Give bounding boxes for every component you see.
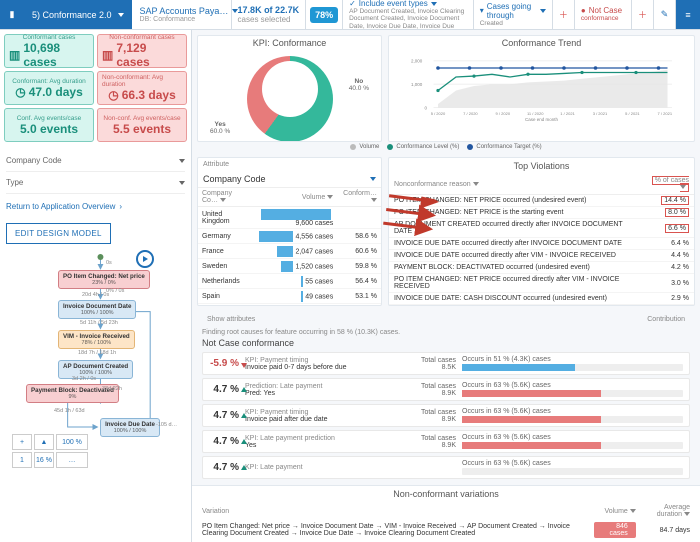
attribute-dropdown[interactable]: Company Code <box>198 171 381 188</box>
main-content: KPI: Conformance Yes60.0 % No40.0 % Conf… <box>192 30 700 542</box>
kpi-card[interactable]: Non-conf. Avg events/case 5.5 events <box>97 108 187 142</box>
conformance-trend-panel: Conformance Trend 2,0001,0000 5 / 20207 … <box>388 35 695 142</box>
svg-text:1,000: 1,000 <box>411 82 423 87</box>
kpi-card[interactable]: Non-conformant cases ▥7,129 cases <box>97 34 187 68</box>
kpi-card[interactable]: Non-conformant: Avg duration ◷66.3 days <box>97 71 187 105</box>
process-flow[interactable]: PO Item Changed: Net price23% / 0% Invoi… <box>6 254 185 468</box>
trend-legend: Volume Conformance Level (%) Conformance… <box>192 142 700 152</box>
filter-company-code[interactable]: Company Code <box>6 150 185 172</box>
table-row[interactable]: INVOICE DUE DATE occurred directly after… <box>389 250 694 262</box>
cases-selected: 17.8K of 22.7Kcases selected <box>232 0 307 29</box>
svg-text:0: 0 <box>425 105 428 110</box>
top-bar: ▮ 5) Conformance 2.0 SAP Accounts Paya… … <box>0 0 700 30</box>
root-cause-row[interactable]: 4.7 % KPI: Payment timingInvoice paid af… <box>202 404 690 427</box>
flow-node: Invoice Due Date100% / 100% <box>100 418 160 437</box>
edit-design-model-button[interactable]: EDIT DESIGN MODEL <box>6 223 111 244</box>
nav-chart-icon[interactable]: ▮ <box>0 0 24 29</box>
flow-node: Invoice Document Date100% / 100% <box>58 300 136 319</box>
table-row[interactable]: INVOICE DUE DATE: CASH DISCOUNT occurred… <box>389 293 694 305</box>
add-button[interactable]: ＋ <box>632 0 654 29</box>
root-cause-row[interactable]: 4.7 % Prediction: Late paymentPred: Yes … <box>202 378 690 401</box>
kpi-card[interactable]: Conf. Avg events/case 5.0 events <box>4 108 94 142</box>
not-case-filter[interactable]: ● Not Case conformance <box>575 0 632 29</box>
dataset-dropdown[interactable]: SAP Accounts Paya… DB: Conformance <box>132 0 232 29</box>
cases-through[interactable]: ▾ Cases going through Created <box>474 0 553 29</box>
svg-text:Case end month: Case end month <box>525 117 559 122</box>
flow-node: PO Item Changed: Net price23% / 0% <box>58 270 150 289</box>
table-row[interactable]: PO ITEM CHANGED: NET PRICE occurred dire… <box>389 274 694 293</box>
svg-text:7 / 2021: 7 / 2021 <box>658 111 673 116</box>
table-row[interactable]: Netherlands 55 cases56.4 % <box>198 274 381 289</box>
svg-text:3 / 2021: 3 / 2021 <box>593 111 608 116</box>
kpi-conformance-panel: KPI: Conformance Yes60.0 % No40.0 % <box>197 35 382 142</box>
donut-chart <box>247 56 333 142</box>
flow-node: VIM - Invoice Received78% / 100% <box>58 330 135 349</box>
svg-text:11 / 2020: 11 / 2020 <box>527 111 544 116</box>
show-controls: Show attributes ContributionShow both <box>197 311 695 321</box>
table-row[interactable]: Sweden 1,520 cases59.8 % <box>198 259 381 274</box>
return-link[interactable]: Return to Application Overview › <box>6 194 185 219</box>
root-cause-row[interactable]: -5.9 % KPI: Payment timingInvoice paid 0… <box>202 352 690 375</box>
edit-icon[interactable]: ✎ <box>654 0 676 29</box>
nonconformant-variations: Non-conformant variations VariationVolum… <box>192 485 700 542</box>
svg-text:2,000: 2,000 <box>411 59 423 64</box>
menu-icon[interactable]: ≡ <box>676 0 700 29</box>
left-sidebar: Conformant cases ▥10,698 cases Non-confo… <box>0 30 192 542</box>
svg-text:9 / 2020: 9 / 2020 <box>496 111 511 116</box>
svg-text:5 / 2021: 5 / 2021 <box>625 111 640 116</box>
svg-text:1 / 2021: 1 / 2021 <box>560 111 575 116</box>
variant-controls[interactable]: +▲100 % 116 %… <box>12 434 88 468</box>
add-filter-button[interactable]: ＋ <box>553 0 575 29</box>
table-row[interactable]: PAYMENT BLOCK: DEACTIVATED occurred (und… <box>389 262 694 274</box>
table-row[interactable]: PO Item Changed: Net price → Invoice Doc… <box>198 520 694 540</box>
svg-text:5 / 2020: 5 / 2020 <box>431 111 446 116</box>
svg-text:7 / 2020: 7 / 2020 <box>463 111 478 116</box>
kpi-card[interactable]: Conformant: Avg duration ◷47.0 days <box>4 71 94 105</box>
root-cause-row[interactable]: 4.7 % KPI: Late payment Occurs in 63 % (… <box>202 456 690 479</box>
attribute-panel: Attribute Company Code Company Co… Volum… <box>197 157 382 306</box>
table-row[interactable]: United Kingdom 9,600 cases <box>198 207 381 229</box>
table-row[interactable]: France 2,047 cases60.6 % <box>198 244 381 259</box>
table-row[interactable]: Spain 49 cases53.1 % <box>198 289 381 304</box>
kpi-card[interactable]: Conformant cases ▥10,698 cases <box>4 34 94 68</box>
play-icon[interactable] <box>136 250 154 268</box>
root-cause-row[interactable]: 4.7 % KPI: Late payment predictionYes To… <box>202 430 690 453</box>
root-cause-section: Finding root causes for feature occurrin… <box>192 326 700 485</box>
filter-type[interactable]: Type <box>6 172 185 194</box>
cases-pct: 78% <box>306 0 343 29</box>
active-tab[interactable]: 5) Conformance 2.0 <box>24 0 132 29</box>
include-event-types[interactable]: ✓ Include event types AP Document Create… <box>343 0 474 29</box>
table-row[interactable]: Germany 4,556 cases58.6 % <box>198 229 381 244</box>
